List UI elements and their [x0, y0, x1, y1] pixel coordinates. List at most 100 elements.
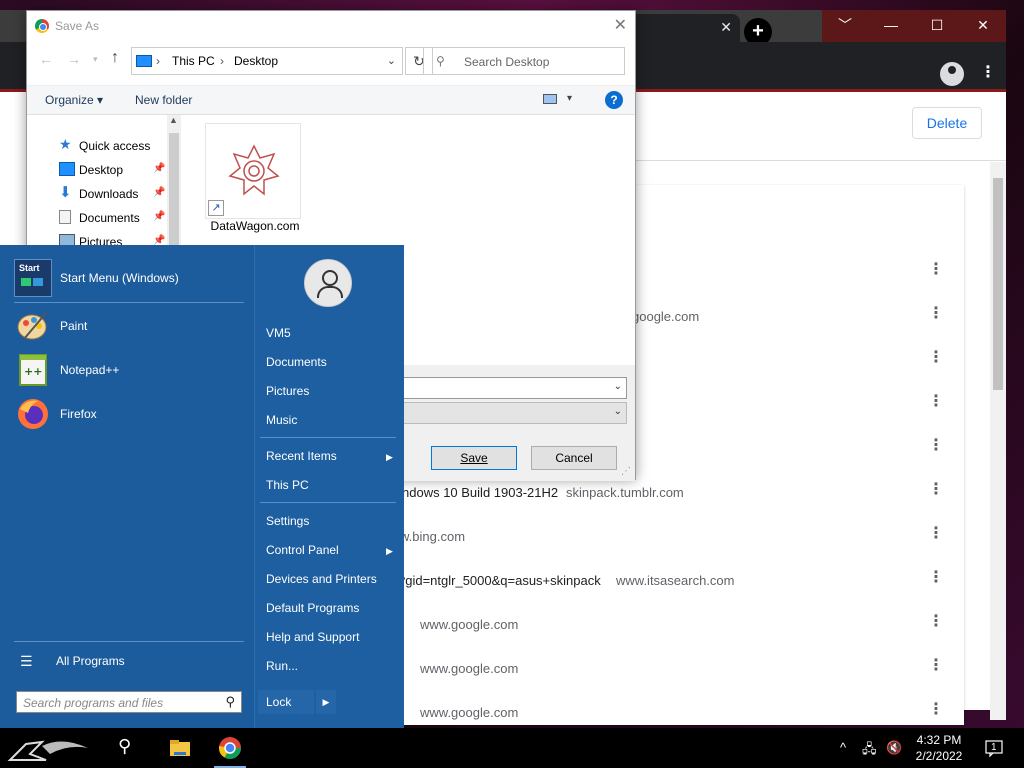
more-actions-icon[interactable]: ⋮: [928, 390, 944, 414]
chevron-down-icon[interactable]: ▾: [567, 93, 572, 104]
more-actions-icon[interactable]: ⋮: [928, 566, 944, 590]
program-notepadpp[interactable]: ++ Notepad++: [14, 351, 244, 391]
tab-close-icon[interactable]: ✕: [720, 20, 732, 34]
delete-button[interactable]: Delete: [912, 107, 982, 139]
file-explorer-icon[interactable]: [168, 736, 192, 760]
clock-time: 4:32 PM: [916, 733, 962, 747]
more-actions-icon[interactable]: ⋮: [928, 698, 944, 722]
list-icon: ☰: [20, 653, 33, 669]
nav-item-documents[interactable]: Documents 📌: [49, 207, 169, 229]
nav-item-label: Quick access: [79, 139, 151, 153]
close-icon[interactable]: ✕: [614, 15, 627, 35]
breadcrumb-separator: ›: [156, 54, 160, 68]
history-row[interactable]: www.google.com ⋮: [380, 648, 964, 692]
clock[interactable]: 4:32 PM 2/2/2022: [906, 732, 972, 764]
divider: [260, 437, 396, 438]
program-firefox[interactable]: Firefox: [14, 395, 244, 435]
chevron-down-icon[interactable]: ⌄: [387, 54, 396, 67]
search-icon[interactable]: ⚲: [118, 736, 142, 760]
submenu-arrow-icon: ▶: [386, 452, 393, 462]
program-paint[interactable]: Paint: [14, 307, 244, 347]
scrollbar-thumb[interactable]: [993, 178, 1003, 390]
maximize-button[interactable]: ☐: [914, 10, 960, 42]
menu-item-documents[interactable]: Documents: [266, 355, 327, 369]
view-icon[interactable]: [543, 94, 557, 104]
chrome-tab[interactable]: ✕: [630, 14, 740, 42]
program-label: Paint: [60, 319, 88, 333]
recent-chevron-icon[interactable]: ▾: [93, 54, 98, 65]
address-bar[interactable]: › This PC › Desktop ⌄: [131, 47, 403, 75]
save-as-type-select[interactable]: ⌄: [397, 402, 627, 424]
divider: [14, 302, 244, 303]
nav-item-quick-access[interactable]: ★ Quick access: [49, 135, 169, 157]
avatar[interactable]: [304, 259, 352, 307]
scroll-up-icon[interactable]: ▲: [169, 115, 178, 125]
more-actions-icon[interactable]: ⋮: [928, 478, 944, 502]
menu-item-help-support[interactable]: Help and Support: [266, 630, 359, 644]
tray-overflow-icon[interactable]: ^: [840, 740, 846, 755]
resize-grip-icon[interactable]: ⋰: [621, 466, 631, 477]
chrome-menu-icon[interactable]: ⋮: [980, 62, 996, 82]
documents-icon: [59, 210, 71, 224]
menu-item-control-panel[interactable]: Control Panel: [266, 543, 339, 557]
menu-item-devices-printers[interactable]: Devices and Printers: [266, 572, 377, 586]
more-actions-icon[interactable]: ⋮: [928, 302, 944, 326]
power-options-arrow-icon[interactable]: ▶: [316, 690, 336, 714]
save-button[interactable]: Save: [431, 446, 517, 470]
organize-button[interactable]: Organize ▾: [45, 93, 103, 107]
cancel-button[interactable]: Cancel: [531, 446, 617, 470]
shortcut-arrow-icon: ↗: [208, 200, 224, 216]
chevron-down-icon[interactable]: ⌄: [614, 381, 622, 392]
history-row[interactable]: w.bing.com ⋮: [380, 516, 964, 560]
more-actions-icon[interactable]: ⋮: [928, 654, 944, 678]
breadcrumb-desktop[interactable]: Desktop: [234, 54, 278, 68]
profile-icon[interactable]: [940, 62, 964, 86]
back-arrow-icon[interactable]: ←: [39, 51, 53, 67]
chevron-down-icon[interactable]: ﹀: [822, 10, 868, 42]
user-name[interactable]: VM5: [266, 326, 291, 340]
command-bar: Organize ▾ New folder ▾ ?: [27, 85, 635, 115]
search-input[interactable]: ⚲ Search Desktop: [423, 47, 625, 75]
history-row[interactable]: ?gid=ntglr_5000&q=asus+skinpack www.itsas…: [380, 560, 964, 604]
minimize-button[interactable]: —: [868, 10, 914, 42]
chevron-down-icon[interactable]: ⌄: [614, 406, 622, 417]
more-actions-icon[interactable]: ⋮: [928, 434, 944, 458]
program-start-menu[interactable]: Start Start Menu (Windows): [14, 259, 244, 299]
history-row[interactable]: www.google.com ⋮: [380, 604, 964, 648]
history-domain: skinpack.tumblr.com: [566, 485, 684, 500]
nav-item-desktop[interactable]: Desktop 📌: [49, 159, 169, 181]
menu-item-settings[interactable]: Settings: [266, 514, 309, 528]
file-item[interactable]: ↗: [205, 123, 301, 219]
history-domain: w.bing.com: [400, 529, 466, 544]
new-folder-button[interactable]: New folder: [135, 93, 192, 107]
breadcrumb-this-pc[interactable]: This PC: [172, 54, 215, 68]
menu-item-recent-items[interactable]: Recent Items: [266, 449, 337, 463]
menu-item-music[interactable]: Music: [266, 413, 297, 427]
file-name[interactable]: DataWagon.com: [205, 219, 305, 233]
more-actions-icon[interactable]: ⋮: [928, 522, 944, 546]
menu-item-default-programs[interactable]: Default Programs: [266, 601, 359, 615]
more-actions-icon[interactable]: ⋮: [928, 346, 944, 370]
up-arrow-icon[interactable]: ↑: [111, 49, 119, 67]
file-name-input[interactable]: ⌄: [397, 377, 627, 399]
notification-icon[interactable]: 1: [984, 738, 1004, 758]
more-actions-icon[interactable]: ⋮: [928, 258, 944, 282]
more-actions-icon[interactable]: ⋮: [928, 610, 944, 634]
history-title[interactable]: ndows 10 Build 1903-21H2: [402, 485, 558, 500]
lock-button[interactable]: Lock: [258, 690, 314, 714]
volume-muted-icon[interactable]: 🔇: [886, 740, 902, 756]
menu-item-run[interactable]: Run...: [266, 659, 298, 673]
history-title[interactable]: ?gid=ntglr_5000&q=asus+skinpack: [398, 573, 601, 588]
history-domain: www.google.com: [420, 705, 519, 720]
help-icon[interactable]: ?: [605, 91, 623, 109]
nav-item-downloads[interactable]: ⬇ Downloads 📌: [49, 183, 169, 205]
start-search-input[interactable]: Search programs and files ⚲: [16, 691, 242, 713]
menu-item-pictures[interactable]: Pictures: [266, 384, 309, 398]
network-icon[interactable]: 🖧: [862, 740, 877, 762]
rog-logo-icon[interactable]: [6, 736, 94, 764]
all-programs-button[interactable]: ☰ All Programs: [20, 653, 220, 669]
close-button[interactable]: ✕: [960, 10, 1006, 42]
chrome-taskbar-icon[interactable]: [218, 736, 242, 760]
menu-item-this-pc[interactable]: This PC: [266, 478, 309, 492]
forward-arrow-icon[interactable]: →: [67, 51, 81, 67]
